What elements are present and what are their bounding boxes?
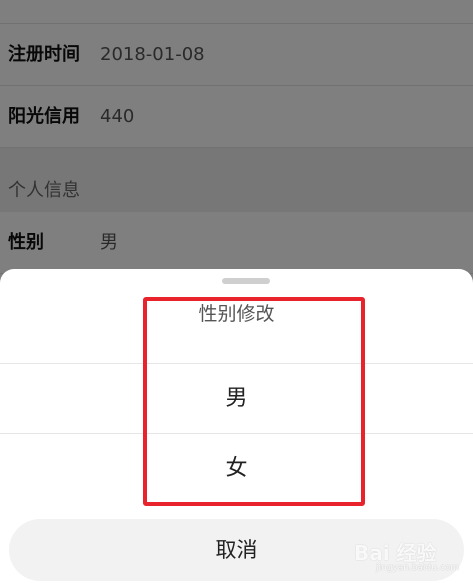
sheet-title: 性别修改 bbox=[198, 303, 275, 325]
divider bbox=[0, 433, 473, 434]
drag-handle[interactable] bbox=[222, 278, 270, 284]
divider bbox=[0, 363, 473, 364]
cancel-button[interactable]: 取消 bbox=[9, 519, 464, 581]
gender-action-sheet: 性别修改 男 女 取消 bbox=[0, 269, 473, 583]
option-female[interactable]: 女 bbox=[0, 435, 473, 503]
option-male[interactable]: 男 bbox=[0, 365, 473, 433]
